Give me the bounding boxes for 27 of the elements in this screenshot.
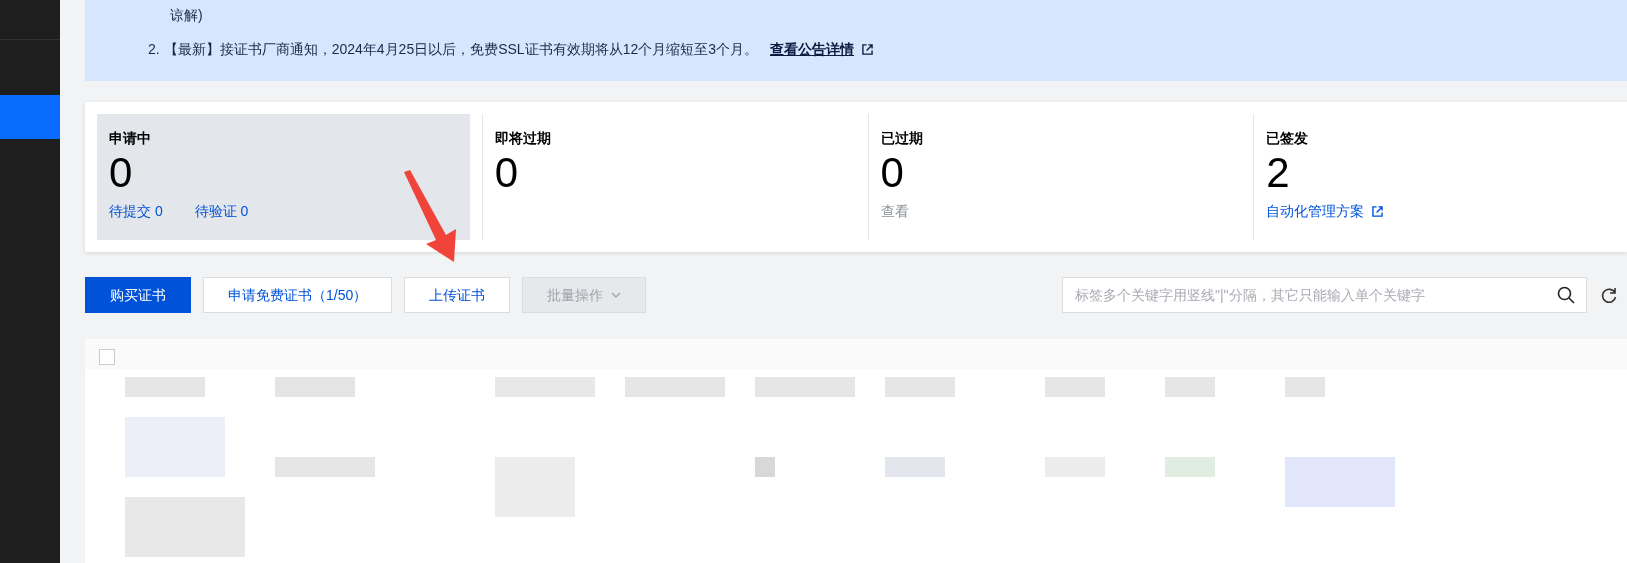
notice-text: 【最新】接证书厂商通知，2024年4月25日以后，免费SSL证书有效期将从12个月缩短至3个月。	[163, 40, 758, 59]
stat-label: 即将过期	[494, 129, 552, 148]
caret-icon	[611, 292, 622, 298]
notice-number: 2.	[148, 40, 160, 59]
stat-label: 已签发	[1266, 129, 1310, 148]
stat-link[interactable]: 待验证 0	[194, 201, 249, 222]
stat-label: 申请中	[109, 129, 152, 148]
stat-link[interactable]: 待提交 0	[109, 201, 163, 222]
stat-tile[interactable]: 已签发 2 自动化管理方案	[1253, 114, 1627, 240]
stat-value: 0	[109, 149, 134, 197]
stat-tile[interactable]: 申请中 0 待提交 0 待验证 0	[97, 114, 470, 240]
notice-link[interactable]: 查看公告详情	[770, 39, 873, 60]
checkbox[interactable]	[99, 349, 115, 365]
refresh-icon[interactable]	[1599, 285, 1619, 305]
stat-value: 0	[494, 149, 520, 197]
toolbar-button[interactable]: 购买证书	[85, 277, 191, 313]
notice-text: 谅解)	[169, 6, 204, 25]
search-icon[interactable]	[1557, 286, 1575, 304]
external-link-icon	[862, 44, 873, 55]
stat-link[interactable]: 自动化管理方案	[1266, 201, 1384, 222]
stat-note[interactable]: 查看	[880, 201, 909, 222]
toolbar-button[interactable]: 申请免费证书（1/50）	[203, 277, 393, 313]
search-field[interactable]: 标签多个关键字用竖线"|"分隔，其它只能输入单个关键字	[1062, 277, 1587, 313]
toolbar-button[interactable]: 上传证书	[404, 277, 511, 313]
stat-value: 2	[1266, 149, 1291, 197]
stat-value: 0	[880, 149, 905, 197]
stat-label: 已过期	[880, 129, 924, 148]
